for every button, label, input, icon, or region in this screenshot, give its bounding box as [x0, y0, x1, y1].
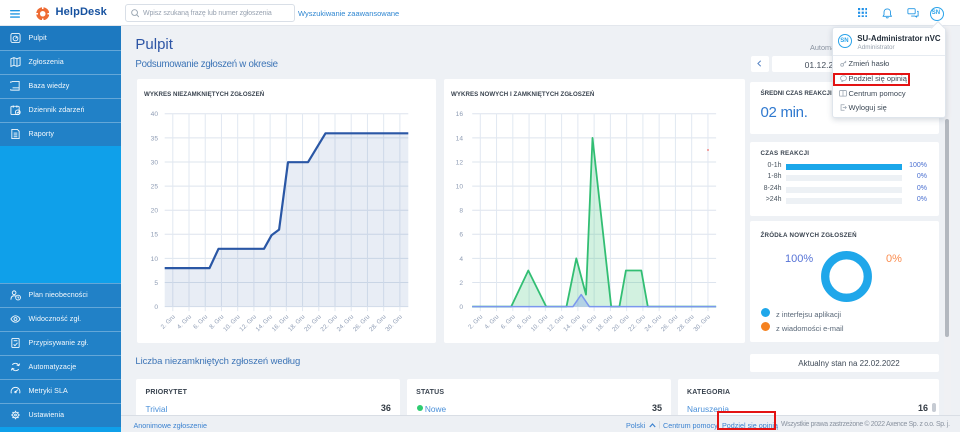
- svg-text:12: 12: [456, 159, 464, 166]
- svg-text:16: 16: [456, 111, 464, 118]
- svg-text:20: 20: [150, 208, 158, 215]
- svg-text:15: 15: [150, 232, 158, 239]
- svg-text:35: 35: [150, 135, 158, 142]
- svg-text:4. Gru: 4. Gru: [175, 313, 193, 331]
- svg-text:2. Gru: 2. Gru: [467, 313, 485, 331]
- svg-text:30. Gru: 30. Gru: [692, 313, 712, 333]
- svg-text:WYKRES NIEZAMKNIĘTYCH ZGŁOSZEŃ: WYKRES NIEZAMKNIĘTYCH ZGŁOSZEŃ: [144, 90, 265, 98]
- svg-text:4. Gru: 4. Gru: [483, 313, 501, 331]
- svg-text:10: 10: [150, 256, 158, 263]
- svg-text:10: 10: [456, 184, 464, 191]
- svg-text:5: 5: [154, 280, 158, 287]
- svg-text:WYKRES NOWYCH I ZAMKNIĘTYCH ZG: WYKRES NOWYCH I ZAMKNIĘTYCH ZGŁOSZEŃ: [451, 90, 595, 98]
- svg-text:6. Gru: 6. Gru: [500, 313, 518, 331]
- svg-text:0: 0: [154, 304, 158, 311]
- svg-text:2: 2: [459, 280, 463, 287]
- svg-text:30. Gru: 30. Gru: [384, 313, 404, 333]
- svg-text:40: 40: [150, 111, 158, 118]
- svg-text:14: 14: [456, 135, 464, 142]
- svg-text:4: 4: [459, 256, 463, 263]
- svg-text:0: 0: [459, 304, 463, 311]
- svg-text:2. Gru: 2. Gru: [159, 313, 177, 331]
- svg-text:25: 25: [150, 184, 158, 191]
- svg-text:6: 6: [459, 232, 463, 239]
- svg-text:6. Gru: 6. Gru: [192, 313, 210, 331]
- svg-text:30: 30: [150, 159, 158, 166]
- svg-text:8: 8: [459, 208, 463, 215]
